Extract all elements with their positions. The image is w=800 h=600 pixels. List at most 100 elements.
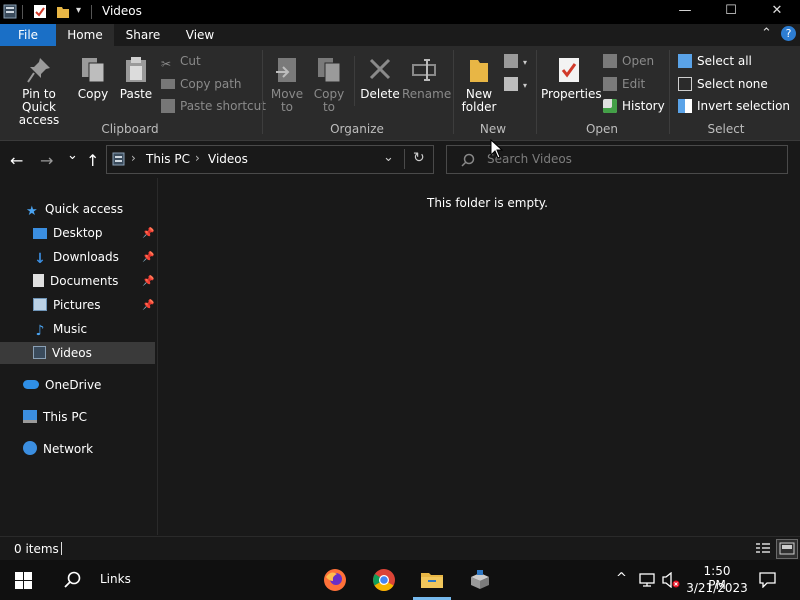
status-divider [61, 542, 62, 555]
tab-view[interactable]: View [172, 24, 228, 46]
recent-locations-button[interactable]: ⌄ [67, 148, 78, 163]
paste-shortcut-icon [161, 99, 175, 113]
forward-button[interactable]: → [40, 151, 53, 170]
cut-button[interactable]: ✂ Cut [161, 52, 201, 71]
nav-documents[interactable]: Documents [33, 270, 118, 292]
nav-music[interactable]: ♪ Music [33, 318, 88, 340]
edit-button[interactable]: Edit [603, 75, 645, 93]
copy-to-button[interactable]: Copy to [312, 56, 346, 114]
nav-this-pc-label: This PC [43, 410, 87, 424]
refresh-button[interactable]: ↻ [413, 150, 425, 166]
organize-group-label: Organize [330, 122, 384, 136]
pin-icon[interactable]: 📌 [142, 252, 154, 263]
group-separator [262, 50, 263, 134]
paste-icon [126, 57, 146, 82]
pin-icon[interactable]: 📌 [142, 276, 154, 287]
help-icon[interactable]: ? [781, 26, 796, 41]
new-folder-button[interactable]: New folder [458, 56, 500, 114]
nav-quick-access[interactable]: ★ Quick access [26, 198, 123, 220]
star-icon: ★ [26, 204, 38, 219]
back-button[interactable]: ← [10, 151, 23, 170]
organize-separator [354, 56, 355, 106]
tab-home[interactable]: Home [56, 24, 114, 46]
breadcrumb-this-pc[interactable]: This PC [146, 152, 190, 166]
new-folder-quick-icon[interactable] [56, 4, 70, 19]
close-button[interactable]: ✕ [754, 0, 800, 24]
rename-label: Rename [402, 87, 452, 101]
taskbar-search-icon[interactable] [64, 571, 81, 588]
network-tray-icon[interactable] [639, 573, 655, 587]
properties-quick-icon[interactable] [33, 4, 47, 19]
easy-access-icon [504, 77, 518, 91]
nav-desktop[interactable]: Desktop [33, 222, 103, 244]
nav-videos[interactable]: Videos [33, 342, 92, 364]
tab-share[interactable]: Share [114, 24, 172, 46]
picture-icon [33, 298, 47, 311]
details-view-icon[interactable] [755, 542, 771, 555]
group-separator [669, 50, 670, 134]
ribbon-tabs: File Home Share View ⌃ ? [0, 24, 800, 46]
open-button[interactable]: Open [603, 52, 654, 70]
copy-button[interactable]: Copy [76, 56, 110, 101]
pin-icon[interactable]: 📌 [142, 228, 154, 239]
new-item-button[interactable]: ▾ [504, 52, 527, 70]
address-bar[interactable]: › This PC › Videos ⌄ ↻ [106, 145, 434, 174]
nav-downloads[interactable]: ↓ Downloads [33, 246, 119, 268]
move-to-icon [276, 58, 296, 82]
collapse-ribbon-icon[interactable]: ⌃ [761, 26, 772, 41]
app-installer-icon[interactable] [468, 568, 492, 592]
paste-shortcut-button[interactable]: Paste shortcut [161, 97, 266, 115]
properties-button[interactable]: Properties [541, 56, 602, 101]
history-label: History [622, 99, 665, 113]
tray-overflow-chevron[interactable]: ^ [616, 571, 627, 586]
tab-file[interactable]: File [0, 24, 56, 46]
copy-to-label: Copy to [313, 87, 345, 114]
select-none-button[interactable]: Select none [678, 75, 768, 93]
windows-start-icon[interactable] [15, 572, 32, 589]
copy-path-button[interactable]: Copy path [161, 75, 242, 93]
copy-to-icon [318, 58, 341, 83]
delete-button[interactable]: Delete [360, 56, 400, 101]
breadcrumb-separator: › [131, 151, 136, 165]
window-title: Videos [102, 4, 142, 18]
volume-muted-icon[interactable] [662, 572, 680, 588]
title-separator [22, 5, 23, 19]
invert-selection-button[interactable]: Invert selection [678, 97, 790, 115]
rename-button[interactable]: Rename [402, 56, 451, 101]
nav-pictures[interactable]: Pictures [33, 294, 101, 316]
move-to-button[interactable]: Move to [270, 56, 304, 114]
move-to-label: Move to [270, 87, 304, 114]
pin-to-quick-access-button[interactable]: Pin to Quick access [4, 56, 74, 127]
large-icons-view-button[interactable] [776, 539, 798, 559]
notification-center-icon[interactable] [759, 572, 776, 588]
desktop-icon [33, 228, 47, 239]
easy-access-button[interactable]: ▾ [504, 75, 527, 93]
file-explorer-icon[interactable] [420, 568, 444, 592]
paste-button[interactable]: Paste [118, 56, 154, 101]
pin-icon[interactable]: 📌 [142, 300, 154, 311]
history-button[interactable]: History [603, 97, 665, 115]
firefox-icon[interactable] [323, 568, 347, 592]
nav-this-pc[interactable]: This PC [23, 406, 87, 428]
open-label: Open [622, 54, 655, 68]
up-button[interactable]: ↑ [86, 151, 99, 170]
customize-quick-access-icon[interactable]: ▾ [76, 5, 81, 16]
select-all-button[interactable]: Select all [678, 52, 752, 70]
nav-onedrive[interactable]: OneDrive [23, 374, 101, 396]
taskbar-search-label[interactable]: Links [100, 572, 131, 586]
nav-network[interactable]: Network [23, 438, 93, 460]
videos-icon [33, 346, 46, 359]
copy-path-icon [161, 79, 175, 89]
chrome-icon[interactable] [372, 568, 396, 592]
clock-date[interactable]: 3/21/2023 [686, 581, 748, 595]
maximize-button[interactable]: ☐ [708, 0, 754, 24]
ribbon-home: Pin to Quick access Copy Paste ✂ Cut Copy… [0, 46, 800, 141]
address-history-dropdown[interactable]: ⌄ [383, 150, 394, 165]
breadcrumb-videos[interactable]: Videos [208, 152, 248, 166]
nav-pictures-label: Pictures [53, 298, 101, 312]
minimize-button[interactable]: — [662, 0, 708, 24]
select-all-icon [678, 54, 692, 68]
rename-icon [412, 59, 436, 81]
file-list[interactable]: This folder is empty. [158, 178, 800, 535]
nav-onedrive-label: OneDrive [45, 378, 102, 392]
